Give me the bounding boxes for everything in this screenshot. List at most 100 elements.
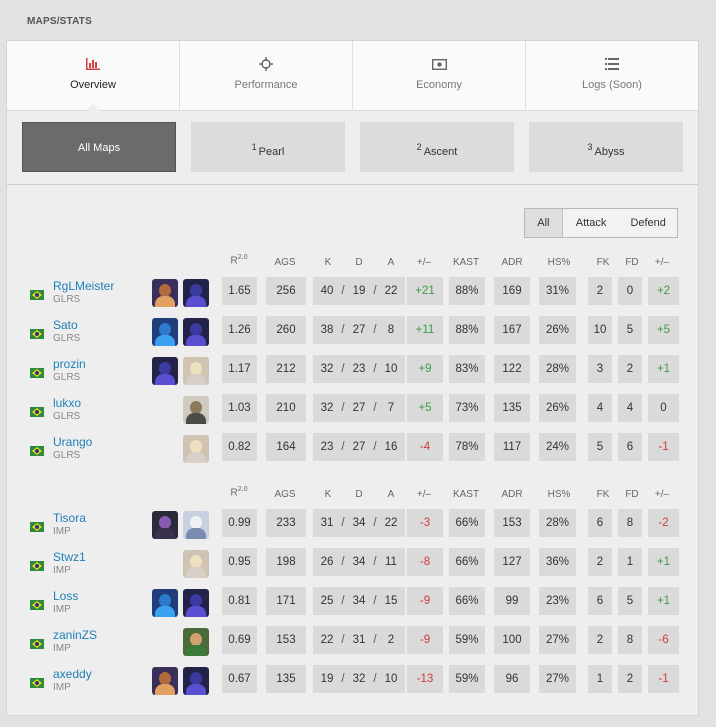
tab-overview[interactable]: Overview [7, 41, 180, 111]
player-team-tag: GLRS [53, 450, 81, 461]
header-superscript: 2.0 [237, 486, 248, 493]
player-name-link[interactable]: Sato [53, 318, 78, 332]
separator: / [373, 324, 377, 336]
separator: / [373, 634, 377, 646]
stat-assists: 10 [384, 673, 398, 685]
stat-fd: 5 [618, 587, 642, 615]
separator: / [341, 363, 345, 375]
stat-kast: 66% [449, 509, 485, 537]
stat-hs: 27% [539, 626, 576, 654]
brazil-flag-icon [30, 329, 44, 339]
brazil-flag-icon [30, 446, 44, 456]
player-team-tag: GLRS [53, 333, 81, 344]
side-filter-attack[interactable]: Attack [563, 209, 620, 237]
player-name-link[interactable]: zaninZS [53, 628, 97, 642]
agent-body [155, 684, 175, 695]
player-name-link[interactable]: prozin [53, 357, 86, 371]
stat-fpm: -1 [648, 433, 679, 461]
agent-body [186, 645, 206, 656]
separator: / [341, 402, 345, 414]
player-name-link[interactable]: Stwz1 [53, 550, 86, 564]
player-row: Urango GLRS 0.82 164 23 / 27 / 16 -4 78% 117 24% 5 6 -1 [7, 433, 698, 472]
map-label: Abyss [594, 146, 625, 158]
player-name-link[interactable]: lukxo [53, 396, 81, 410]
stat-kast: 88% [449, 277, 485, 305]
separator: / [373, 402, 377, 414]
map-button-ascent[interactable]: 2 Ascent [360, 122, 514, 172]
agent-body [186, 684, 206, 695]
stat-deaths: 31 [352, 634, 366, 646]
brazil-flag-icon [30, 639, 44, 649]
stat-deaths: 34 [352, 517, 366, 529]
map-number: 3 [587, 142, 593, 152]
separator: / [341, 595, 345, 607]
separator: / [341, 634, 345, 646]
player-team-tag: IMP [53, 526, 71, 537]
stat-fpm: -2 [648, 509, 679, 537]
stat-kills: 31 [320, 517, 334, 529]
stat-kast: 66% [449, 587, 485, 615]
stat-kills: 22 [320, 634, 334, 646]
stat-deaths: 19 [352, 285, 366, 297]
player-row: Stwz1 IMP 0.95 198 26 / 34 / 11 -8 66% 127 36% 2 1 +1 [7, 548, 698, 587]
tab-label: Overview [70, 79, 116, 91]
player-name-link[interactable]: axeddy [53, 667, 92, 681]
stat-kills: 19 [320, 673, 334, 685]
agent-body [155, 606, 175, 617]
stat-kills: 26 [320, 556, 334, 568]
agent-body [186, 452, 206, 463]
map-button-all[interactable]: All Maps [22, 122, 176, 172]
separator: / [341, 441, 345, 453]
stat-kast: 59% [449, 626, 485, 654]
stat-acs: 171 [266, 587, 306, 615]
stat-assists: 22 [384, 517, 398, 529]
money-icon [353, 57, 525, 71]
player-row: Sato GLRS 1.26 260 38 / 27 / 8 +11 88% 167 26% 10 5 +5 [7, 316, 698, 355]
stat-deaths: 27 [352, 324, 366, 336]
agent-body [186, 374, 206, 385]
player-name-link[interactable]: Urango [53, 435, 92, 449]
stat-rating: 0.99 [222, 509, 257, 537]
column-header-acs: AGS [274, 257, 296, 268]
map-button-pearl[interactable]: 1 Pearl [191, 122, 345, 172]
map-button-abyss[interactable]: 3 Abyss [529, 122, 683, 172]
side-filter-defend[interactable]: Defend [619, 209, 677, 237]
player-name-link[interactable]: Loss [53, 589, 78, 603]
stat-kda: 31 / 34 / 22 [313, 509, 405, 537]
side-filter-all[interactable]: All [525, 209, 563, 237]
crosshair-icon [180, 57, 352, 71]
tab-economy[interactable]: Economy [353, 41, 526, 110]
clove-agent-icon [152, 511, 178, 539]
stat-pm: -9 [407, 587, 443, 615]
player-row: zaninZS IMP 0.69 153 22/31/2 -9 59% 100 27% 2 8 -6 [7, 626, 698, 665]
stat-fpm: +5 [648, 316, 679, 344]
player-name-link[interactable]: RgLMeister [53, 279, 114, 293]
stat-pm: -9 [407, 626, 443, 654]
omen-agent-icon [183, 667, 209, 695]
stat-adr: 167 [494, 316, 530, 344]
stat-kda: 25 / 34 / 15 [313, 587, 405, 615]
agent-body [186, 413, 206, 424]
player-row: Tisora IMP 0.99 233 31 / 34 / 22 -3 66% 153 28% 6 8 -2 [7, 509, 698, 548]
stat-adr: 169 [494, 277, 530, 305]
stat-hs: 28% [539, 355, 576, 383]
stat-acs: 212 [266, 355, 306, 383]
stat-kda: 22 / 31 / 2 [313, 626, 405, 654]
stats-tabs: Overview Performance Economy Logs (Soon) [7, 41, 698, 111]
column-header-rating: R2.0 [219, 486, 259, 498]
separator: / [373, 673, 377, 685]
stat-adr: 100 [494, 626, 530, 654]
stat-fpm: -6 [648, 626, 679, 654]
stat-acs: 164 [266, 433, 306, 461]
player-name-link[interactable]: Tisora [53, 511, 86, 525]
tab-performance[interactable]: Performance [180, 41, 353, 110]
stat-acs: 153 [266, 626, 306, 654]
column-header-rating: R2.0 [219, 254, 259, 266]
player-row: axeddy IMP 0.67 135 19 / 32 / 10 -13 59% 96 27% 1 2 -1 [7, 665, 698, 704]
separator: / [373, 363, 377, 375]
column-header-kast: KAST [452, 489, 480, 500]
tab-logs[interactable]: Logs (Soon) [526, 41, 698, 110]
separator: / [341, 285, 345, 297]
header-text: R [230, 255, 238, 267]
agent-body [155, 296, 175, 307]
